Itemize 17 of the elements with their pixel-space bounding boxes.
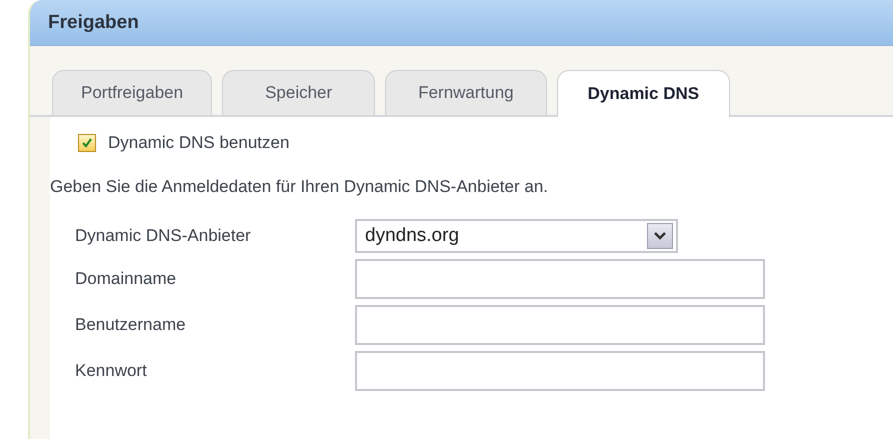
- field-label: Benutzername: [75, 315, 187, 335]
- input-field[interactable]: [355, 305, 765, 345]
- checkbox-label: Dynamic DNS benutzen: [108, 133, 290, 153]
- tab[interactable]: Speicher: [222, 70, 376, 115]
- description: Geben Sie die Anmeldedaten für Ihren Dynamic DNS-Anbieter an.: [50, 177, 549, 197]
- panel-title: Freigaben: [48, 12, 139, 34]
- field-label: Kennwort: [75, 361, 148, 381]
- field-label: Domainname: [75, 269, 178, 289]
- field-label: Dynamic DNS-Anbieter: [75, 226, 252, 246]
- tab[interactable]: Dynamic DNS: [556, 70, 730, 117]
- input-field[interactable]: [355, 351, 765, 391]
- check-icon: [81, 137, 93, 149]
- tab[interactable]: Portfreigaben: [52, 70, 212, 115]
- checkbox[interactable]: [78, 134, 96, 152]
- input-field[interactable]: [355, 259, 765, 299]
- provider-dropdown[interactable]: dyndns.org: [355, 219, 678, 253]
- tab[interactable]: Fernwartung: [385, 70, 547, 115]
